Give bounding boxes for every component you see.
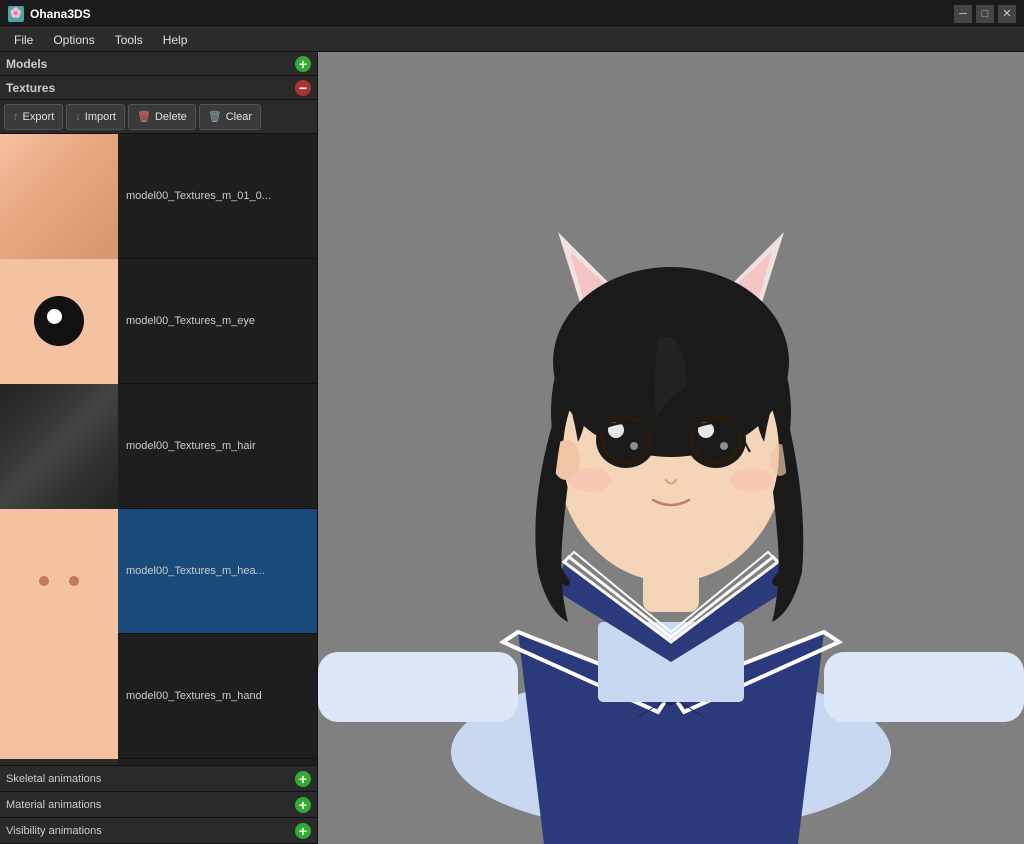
texture-list[interactable]: model00_Textures_m_01_0... model00_Textu…: [0, 134, 317, 765]
thumb-generic-visual: [0, 759, 118, 766]
thumb-hair-visual: [0, 384, 118, 509]
character-render: [318, 52, 1024, 844]
texture-name-4: model00_Textures_m_hand: [118, 690, 270, 702]
visibility-label: Visibility animations: [6, 825, 102, 837]
texture-item-3[interactable]: model00_Textures_m_hea...: [0, 509, 317, 634]
maximize-button[interactable]: □: [976, 5, 994, 23]
main-layout: Models + Textures − ↑ Export ↓ Import 🗑 …: [0, 52, 1024, 844]
menu-help[interactable]: Help: [153, 31, 198, 49]
menu-file[interactable]: File: [4, 31, 43, 49]
title-controls: ─ □ ✕: [954, 5, 1016, 23]
export-icon: ↑: [13, 111, 19, 123]
menu-options[interactable]: Options: [43, 31, 104, 49]
3d-viewport[interactable]: [318, 52, 1024, 844]
material-label: Material animations: [6, 799, 101, 811]
texture-thumb-4: [0, 634, 118, 759]
app-title: Ohana3DS: [30, 7, 91, 21]
models-section-header[interactable]: Models +: [0, 52, 317, 76]
texture-thumb-2: [0, 384, 118, 509]
texture-name-0: model00_Textures_m_01_0...: [118, 190, 279, 202]
animations-panel: Skeletal animations + Material animation…: [0, 765, 317, 844]
texture-thumb-3: [0, 509, 118, 634]
import-icon: ↓: [75, 111, 81, 123]
export-button[interactable]: ↑ Export: [4, 104, 63, 130]
thumb-eye-visual: [0, 259, 118, 384]
textures-remove-icon[interactable]: −: [295, 80, 311, 96]
material-animations-section[interactable]: Material animations +: [0, 792, 317, 818]
title-left: 🌸 Ohana3DS: [8, 6, 91, 22]
models-label: Models: [6, 57, 47, 71]
clear-button[interactable]: 🗑 Clear: [199, 104, 261, 130]
title-bar: 🌸 Ohana3DS ─ □ ✕: [0, 0, 1024, 28]
skeletal-label: Skeletal animations: [6, 773, 101, 785]
thumb-hand-visual: [0, 634, 118, 759]
skeletal-animations-section[interactable]: Skeletal animations +: [0, 766, 317, 792]
texture-name-2: model00_Textures_m_hair: [118, 440, 264, 452]
import-button[interactable]: ↓ Import: [66, 104, 125, 130]
textures-label: Textures: [6, 81, 55, 95]
minimize-button[interactable]: ─: [954, 5, 972, 23]
textures-section-header[interactable]: Textures −: [0, 76, 317, 100]
visibility-animations-section[interactable]: Visibility animations +: [0, 818, 317, 844]
texture-item-4[interactable]: model00_Textures_m_hand: [0, 634, 317, 759]
visibility-add-icon[interactable]: +: [295, 823, 311, 839]
menu-tools[interactable]: Tools: [105, 31, 153, 49]
close-button[interactable]: ✕: [998, 5, 1016, 23]
textures-toolbar: ↑ Export ↓ Import 🗑 Delete 🗑 Clear: [0, 100, 317, 134]
texture-thumb-5: [0, 759, 118, 766]
texture-item-2[interactable]: model00_Textures_m_hair: [0, 384, 317, 509]
delete-icon: 🗑: [137, 110, 151, 123]
models-add-icon[interactable]: +: [295, 56, 311, 72]
thumb-head-visual: [0, 509, 118, 634]
skeletal-add-icon[interactable]: +: [295, 771, 311, 787]
texture-name-3: model00_Textures_m_hea...: [118, 565, 273, 577]
clear-icon: 🗑: [208, 110, 222, 123]
app-icon: 🌸: [8, 6, 24, 22]
left-panel: Models + Textures − ↑ Export ↓ Import 🗑 …: [0, 52, 318, 844]
texture-thumb-1: [0, 259, 118, 384]
texture-item-1[interactable]: model00_Textures_m_eye: [0, 259, 317, 384]
texture-name-1: model00_Textures_m_eye: [118, 315, 263, 327]
thumb-skin-visual: [0, 134, 118, 259]
texture-item-0[interactable]: model00_Textures_m_01_0...: [0, 134, 317, 259]
material-add-icon[interactable]: +: [295, 797, 311, 813]
menu-bar: File Options Tools Help: [0, 28, 1024, 52]
delete-button[interactable]: 🗑 Delete: [128, 104, 196, 130]
texture-thumb-0: [0, 134, 118, 259]
texture-item-5[interactable]: model00_Textures_m_01_0...: [0, 759, 317, 765]
